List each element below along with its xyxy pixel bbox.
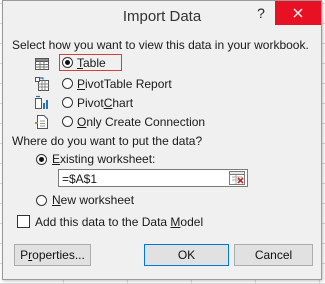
existing-worksheet-radio[interactable] xyxy=(36,154,47,165)
pivotchart-option-label[interactable]: PivotChart xyxy=(77,96,133,110)
connection-icon xyxy=(35,115,48,129)
pivottable-option-label[interactable]: PivotTable Report xyxy=(77,77,172,91)
help-button[interactable]: ? xyxy=(249,1,273,25)
view-heading: Select how you want to view this data in… xyxy=(12,38,309,52)
close-button[interactable] xyxy=(275,1,321,25)
table-option-label[interactable]: Table xyxy=(77,56,106,70)
location-heading: Where do you want to put the data? xyxy=(12,134,203,148)
pivotchart-icon xyxy=(35,95,48,109)
connection-radio[interactable] xyxy=(62,116,73,127)
cancel-button[interactable]: Cancel xyxy=(234,244,313,266)
cell-reference-value: =$A$1 xyxy=(62,172,98,186)
ok-button[interactable]: OK xyxy=(144,244,229,266)
import-data-dialog: Import Data ? Select how you want to vie… xyxy=(2,0,322,280)
data-model-checkbox[interactable] xyxy=(17,215,30,228)
table-icon xyxy=(35,58,49,70)
close-icon xyxy=(293,8,303,18)
title-bar: Import Data ? xyxy=(3,1,321,31)
data-model-label[interactable]: Add this data to the Data Model xyxy=(35,215,203,229)
properties-button[interactable]: Pr operties... xyxy=(14,244,91,266)
pivotchart-radio[interactable] xyxy=(62,97,73,108)
help-icon: ? xyxy=(257,5,265,21)
dialog-title: Import Data xyxy=(122,8,202,25)
connection-option-label[interactable]: Only Create Connection xyxy=(77,115,205,129)
collapse-dialog-icon[interactable] xyxy=(229,171,245,185)
table-radio[interactable] xyxy=(62,57,73,68)
cell-reference-input[interactable]: =$A$1 xyxy=(58,169,248,187)
new-worksheet-label[interactable]: New worksheet xyxy=(52,193,134,207)
new-worksheet-radio[interactable] xyxy=(36,195,47,206)
pivottable-radio[interactable] xyxy=(62,78,73,89)
pivottable-icon xyxy=(35,77,49,91)
existing-worksheet-label[interactable]: Existing worksheet: xyxy=(52,152,155,166)
